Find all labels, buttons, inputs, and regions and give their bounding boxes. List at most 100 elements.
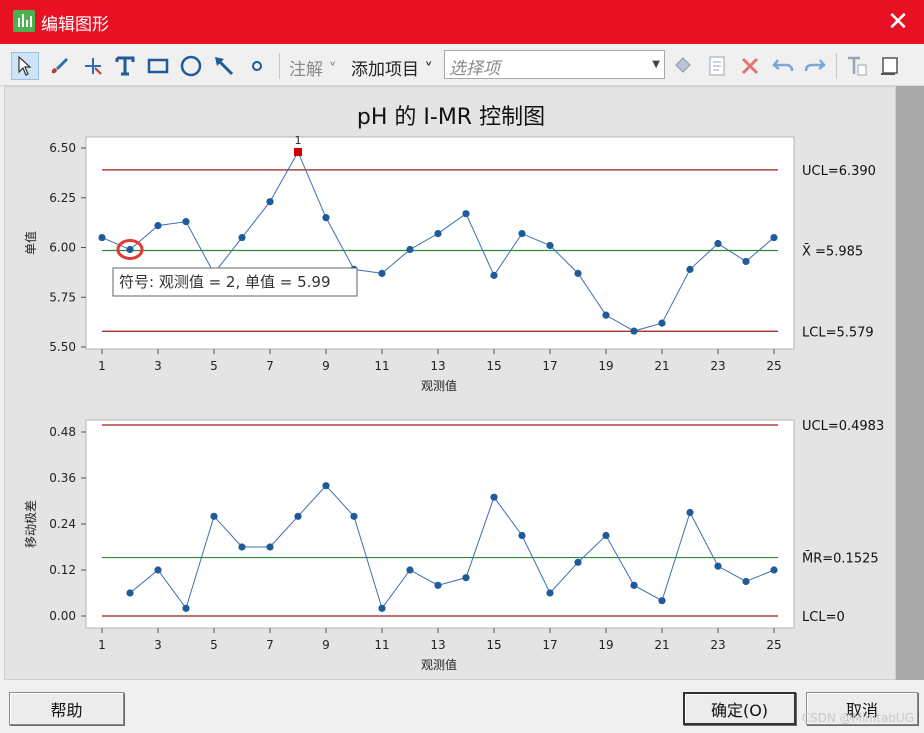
ok-button[interactable]: 确定(O) xyxy=(683,692,796,725)
moving-range-data-point xyxy=(406,566,414,574)
properties-icon[interactable] xyxy=(703,52,731,80)
individual-xtick-label: 13 xyxy=(430,359,445,373)
individual-data-point xyxy=(658,319,666,327)
moving-range-ytick-label: 0.36 xyxy=(49,471,76,485)
moving-range-data-point xyxy=(322,482,330,490)
individual-xtick-label: 9 xyxy=(322,359,330,373)
redo-icon[interactable] xyxy=(801,52,829,80)
moving-range-data-point xyxy=(238,543,246,551)
individual-xtick-label: 3 xyxy=(154,359,162,373)
add-item-menu[interactable]: 添加项目 ˅ xyxy=(351,55,433,80)
individual-data-point xyxy=(602,311,610,319)
moving-range-data-point xyxy=(378,604,386,612)
help-button[interactable]: 帮助 xyxy=(9,692,124,725)
moving-range-data-point xyxy=(742,577,750,586)
individual-xtick-label: 23 xyxy=(710,359,725,373)
individual-xtick-label: 17 xyxy=(542,359,557,373)
moving-range-data-point xyxy=(658,597,666,605)
individual-center-label: X̄ =5.985 xyxy=(802,244,863,259)
individual-data-point xyxy=(406,245,414,254)
individual-data-point xyxy=(238,233,246,242)
moving-range-data-point xyxy=(574,558,582,566)
moving-range-data-point xyxy=(714,562,722,570)
paint-bucket-icon[interactable] xyxy=(669,52,697,80)
individual-ucl-label: UCL=6.390 xyxy=(802,164,876,179)
individual-ooc-label: 1 xyxy=(295,134,302,147)
individual-plot-area xyxy=(85,136,795,350)
dialog-footer: 帮助 确定(O) 取消 CSDN @MinitabUG xyxy=(0,682,924,733)
moving-range-ytick-label: 0.48 xyxy=(49,425,76,439)
chart-title: pH 的 I-MR 控制图 xyxy=(357,105,545,130)
individual-data-point xyxy=(154,222,162,230)
individual-data-point xyxy=(770,233,778,242)
moving-range-data-point xyxy=(770,566,778,574)
moving-range-xtick-label: 1 xyxy=(98,638,106,652)
vertical-scrollbar[interactable] xyxy=(896,86,924,680)
chevron-down-icon[interactable]: ▼ xyxy=(652,59,660,70)
point-icon[interactable] xyxy=(243,52,271,80)
moving-range-data-point xyxy=(518,531,526,540)
individual-tooltip-text: 符号: 观测值 = 2, 单值 = 5.99 xyxy=(119,273,331,291)
individual-data-point xyxy=(630,327,638,335)
individual-xtick-label: 11 xyxy=(374,359,389,373)
select-item-combobox[interactable]: 选择项 ▼ xyxy=(444,50,665,79)
edit-page-icon[interactable] xyxy=(876,52,904,80)
moving-range-plot-area xyxy=(85,419,795,629)
individual-ytick-label: 6.50 xyxy=(49,141,76,155)
moving-range-xaxis-label: 观测值 xyxy=(421,657,457,672)
moving-range-data-point xyxy=(490,493,498,501)
individual-xtick-label: 5 xyxy=(210,359,218,373)
individual-data-point xyxy=(378,269,386,277)
arrow-line-icon[interactable] xyxy=(210,52,238,80)
moving-range-ytick-label: 0.00 xyxy=(49,609,76,623)
moving-range-xtick-label: 19 xyxy=(598,638,613,652)
ellipse-icon[interactable] xyxy=(177,52,205,80)
rectangle-icon[interactable] xyxy=(144,52,172,80)
moving-range-lcl-label: LCL=0 xyxy=(802,610,845,625)
moving-range-data-point xyxy=(546,589,554,597)
title-bar: 编辑图形 ✕ xyxy=(0,0,924,44)
select-arrow-icon[interactable] xyxy=(11,52,39,80)
graph-canvas[interactable]: pH 的 I-MR 控制图 6.50 6.25 6.00 5.75 5.50 1 3 5 7 9 1… xyxy=(4,86,896,680)
individual-xtick-label: 25 xyxy=(766,359,781,373)
close-icon[interactable]: ✕ xyxy=(880,4,916,40)
moving-range-yaxis-label: 移动极差 xyxy=(24,500,38,548)
delete-icon[interactable] xyxy=(736,52,764,80)
watermark-text: CSDN @MinitabUG xyxy=(801,711,914,725)
individual-data-point xyxy=(266,198,274,206)
individual-data-point xyxy=(714,239,722,248)
crosshair-icon[interactable] xyxy=(79,52,107,80)
select-item-placeholder: 选择项 xyxy=(449,59,500,79)
individual-xtick-label: 21 xyxy=(654,359,669,373)
moving-range-data-point xyxy=(462,574,470,582)
moving-range-ytick-label: 0.12 xyxy=(49,563,76,577)
moving-range-data-point xyxy=(602,531,610,540)
moving-range-xtick-label: 23 xyxy=(710,638,725,652)
moving-range-data-point xyxy=(154,566,162,574)
individual-data-point xyxy=(546,241,554,250)
moving-range-xtick-label: 5 xyxy=(210,638,218,652)
moving-range-xtick-label: 13 xyxy=(430,638,445,652)
individual-ooc-point xyxy=(294,147,302,156)
individual-data-point xyxy=(686,265,694,273)
individual-xtick-label: 7 xyxy=(266,359,274,373)
moving-range-data-point xyxy=(294,512,302,520)
individual-ytick-label: 5.75 xyxy=(49,290,76,304)
text-tool-icon[interactable] xyxy=(111,52,139,80)
window-title: 编辑图形 xyxy=(41,15,109,35)
individual-xtick-label: 15 xyxy=(486,359,501,373)
individual-data-point xyxy=(518,229,526,238)
moving-range-data-point xyxy=(210,512,218,520)
moving-range-ucl-label: UCL=0.4983 xyxy=(802,419,884,434)
imr-chart[interactable]: pH 的 I-MR 控制图 6.506.256.005.755.501 3 5 7 9 1… xyxy=(5,87,897,681)
individual-data-point xyxy=(574,269,582,277)
brush-icon[interactable] xyxy=(45,52,73,80)
individual-data-point xyxy=(182,218,190,226)
undo-icon[interactable] xyxy=(769,52,797,80)
individual-lcl-label: LCL=5.579 xyxy=(802,325,874,340)
annotate-menu[interactable]: 注解 ˅ xyxy=(289,55,337,80)
moving-range-xtick-label: 21 xyxy=(654,638,669,652)
moving-range-xtick-label: 3 xyxy=(154,638,162,652)
text-format-icon[interactable] xyxy=(843,52,871,80)
moving-range-xtick-label: 17 xyxy=(542,638,557,652)
